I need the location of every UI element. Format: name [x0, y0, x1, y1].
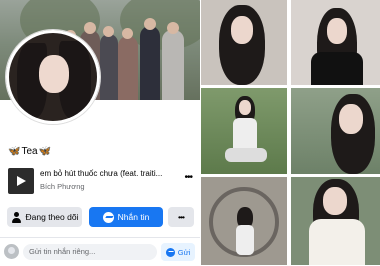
more-button[interactable]: ••• [168, 207, 194, 227]
photo-4[interactable] [291, 88, 380, 174]
person-check-icon [11, 211, 22, 223]
private-message-input[interactable]: Gửi tin nhắn riêng... [23, 244, 157, 260]
message-button[interactable]: Nhắn tin [89, 207, 163, 227]
cover-head [84, 22, 96, 34]
photo-body [225, 148, 267, 162]
cover-head [122, 28, 133, 39]
user-avatar-icon [4, 244, 19, 259]
photo-body [236, 225, 254, 255]
more-dots-icon[interactable]: ••• [184, 172, 192, 183]
photo-3[interactable] [201, 88, 287, 174]
song-artist: Bích Phương [40, 182, 85, 191]
photo-face [339, 104, 363, 134]
butterfly-emoji: 🦋 [8, 146, 21, 157]
profile-music[interactable]: em bỏ hút thuốc chưa (feat. traiti... Bí… [8, 168, 196, 196]
cover-head [103, 26, 114, 37]
profile-name-text: Tea [21, 146, 38, 157]
photo-face [327, 18, 347, 44]
photo-body [311, 52, 363, 85]
butterfly-emoji: 🦋 [38, 146, 52, 157]
following-label: Đang theo dõi [25, 212, 79, 222]
music-album-icon[interactable] [8, 168, 34, 194]
send-label: Gửi [177, 247, 191, 257]
avatar-face [39, 55, 69, 93]
profile-avatar[interactable] [6, 30, 100, 124]
photo-face [323, 187, 347, 215]
photo-1[interactable] [201, 0, 287, 85]
photo-face [239, 100, 251, 115]
profile-name: 🦋 Tea 🦋 [8, 146, 51, 157]
cover-head [167, 22, 179, 34]
photo-6[interactable] [291, 177, 380, 265]
send-button[interactable]: Gửi [161, 243, 195, 261]
song-title: em bỏ hút thuốc chưa (feat. traiti... [40, 169, 163, 178]
cover-person [140, 26, 160, 100]
photo-face [231, 16, 253, 44]
photo-body [309, 219, 365, 265]
cover-head [144, 18, 156, 30]
photo-5[interactable] [201, 177, 287, 265]
cover-person [118, 36, 138, 100]
cover-person [162, 30, 184, 100]
following-button[interactable]: Đang theo dõi [7, 207, 82, 227]
compose-bar: Gửi tin nhắn riêng... Gửi [0, 237, 200, 266]
message-label: Nhắn tin [117, 212, 150, 222]
photo-grid [200, 0, 380, 265]
messenger-icon [165, 247, 175, 257]
cover-person [100, 34, 118, 100]
more-label: ••• [178, 212, 185, 222]
profile-card: 🦋 Tea 🦋 em bỏ hút thuốc chưa (feat. trai… [0, 0, 200, 266]
photo-2[interactable] [291, 0, 380, 85]
messenger-icon [102, 211, 114, 223]
